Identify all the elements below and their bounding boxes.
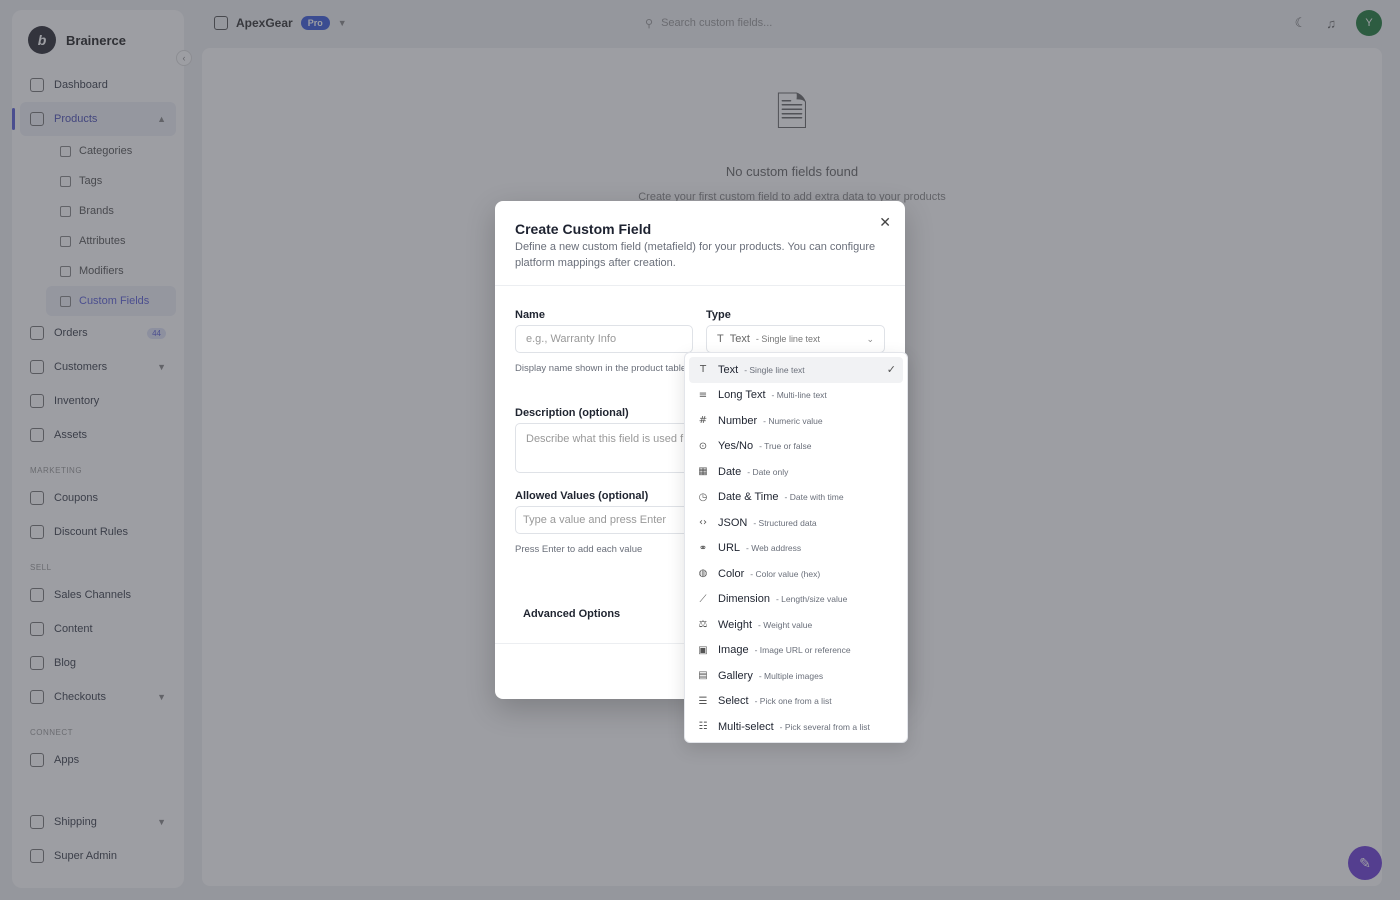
type-select-value: Text (729, 333, 750, 345)
option-label: Text (718, 363, 739, 376)
option-label: Long Text (718, 389, 766, 402)
scale-icon: ⚖ (698, 619, 708, 631)
option-desc: - Structured data (753, 517, 817, 528)
type-option-weight[interactable]: ⚖ Weight - Weight value (689, 612, 903, 638)
option-label: Select (718, 695, 749, 708)
option-label: URL (718, 542, 741, 555)
text-type-icon: T (717, 333, 724, 345)
description-textarea[interactable]: Describe what this field is used f (515, 423, 690, 473)
type-label: Type (706, 309, 731, 321)
type-select-desc: - Single line text (755, 334, 820, 344)
hash-icon: # (698, 415, 708, 427)
option-label: Date & Time (718, 491, 779, 504)
palette-icon: ◍ (698, 568, 708, 580)
code-icon: ‹› (699, 517, 707, 529)
option-label: Dimension (718, 593, 770, 606)
modal-description: Define a new custom field (metafield) fo… (515, 241, 876, 269)
option-desc: - Numeric value (763, 415, 823, 426)
type-option-long-text[interactable]: ≡ Long Text - Multi-line text (689, 383, 903, 409)
option-desc: - Multi-line text (771, 390, 827, 401)
toggle-icon: ⊙ (698, 440, 708, 452)
close-icon[interactable]: ✕ (879, 214, 891, 231)
image-icon: ▣ (698, 644, 708, 656)
modal-header: Create Custom Field Define a new custom … (495, 201, 905, 286)
option-desc: - Date with time (784, 492, 844, 503)
type-dropdown: T Text - Single line text ✓ ≡ Long Text - Mul… (684, 352, 908, 743)
option-label: Yes/No (718, 440, 754, 453)
type-option-select[interactable]: ☰ Select - Pick one from a list (689, 689, 903, 715)
advanced-options-toggle[interactable]: Advanced Options (523, 608, 620, 620)
clock-icon: ◷ (698, 491, 708, 503)
option-desc: - Pick one from a list (754, 696, 832, 707)
option-label: Image (718, 644, 749, 657)
option-desc: - Color value (hex) (750, 568, 821, 579)
allowed-values-label: Allowed Values (optional) (515, 490, 649, 502)
option-desc: - Single line text (744, 364, 805, 375)
images-icon: ▤ (698, 670, 708, 682)
option-label: Color (718, 567, 745, 580)
option-desc: - Weight value (758, 619, 813, 630)
text-icon: T (699, 364, 707, 376)
option-desc: - Date only (747, 466, 789, 477)
option-desc: - Image URL or reference (754, 645, 851, 656)
file-text-icon: ≡ (698, 389, 708, 401)
option-label: Number (718, 414, 758, 427)
option-desc: - Pick several from a list (779, 721, 870, 732)
option-label: Gallery (718, 669, 753, 682)
option-label: Multi-select (718, 720, 774, 733)
type-option-date[interactable]: ▦ Date - Date only (689, 459, 903, 485)
type-option-date-time[interactable]: ◷ Date & Time - Date with time (689, 485, 903, 511)
option-label: Weight (718, 618, 753, 631)
name-hint: Display name shown in the product table (515, 363, 687, 374)
option-label: JSON (718, 516, 748, 529)
allowed-values-hint: Press Enter to add each value (515, 544, 643, 555)
name-input[interactable]: e.g., Warranty Info (515, 325, 693, 353)
type-option-text[interactable]: T Text - Single line text ✓ (689, 357, 903, 383)
check-icon: ✓ (886, 364, 896, 377)
chevron-down-icon: ⌄ (866, 333, 874, 344)
ruler-icon: ⟋ (699, 593, 707, 605)
type-option-number[interactable]: # Number - Numeric value (689, 408, 903, 434)
option-desc: - Multiple images (758, 670, 824, 681)
type-option-yes-no[interactable]: ⊙ Yes/No - True or false (689, 434, 903, 460)
type-option-color[interactable]: ◍ Color - Color value (hex) (689, 561, 903, 587)
modal-title: Create Custom Field (515, 221, 652, 237)
option-desc: - Length/size value (775, 594, 848, 605)
option-label: Date (718, 465, 742, 478)
type-option-image[interactable]: ▣ Image - Image URL or reference (689, 638, 903, 664)
list-icon: ☰ (698, 695, 708, 707)
type-option-gallery[interactable]: ▤ Gallery - Multiple images (689, 663, 903, 689)
type-select[interactable]: T Text - Single line text ⌄ (706, 325, 885, 353)
type-option-dimension[interactable]: ⟋ Dimension - Length/size value (689, 587, 903, 613)
option-desc: - Web address (746, 543, 802, 554)
description-label: Description (optional) (515, 407, 629, 419)
type-option-url[interactable]: ⚭ URL - Web address (689, 536, 903, 562)
option-desc: - True or false (759, 441, 812, 452)
name-label: Name (515, 309, 545, 321)
type-option-multi-select[interactable]: ☷ Multi-select - Pick several from a list (689, 714, 903, 740)
allowed-values-input[interactable]: Type a value and press Enter (515, 506, 690, 534)
calendar-icon: ▦ (698, 466, 708, 478)
link-icon: ⚭ (698, 542, 708, 554)
type-option-json[interactable]: ‹› JSON - Structured data (689, 510, 903, 536)
list-checks-icon: ☷ (698, 721, 708, 733)
